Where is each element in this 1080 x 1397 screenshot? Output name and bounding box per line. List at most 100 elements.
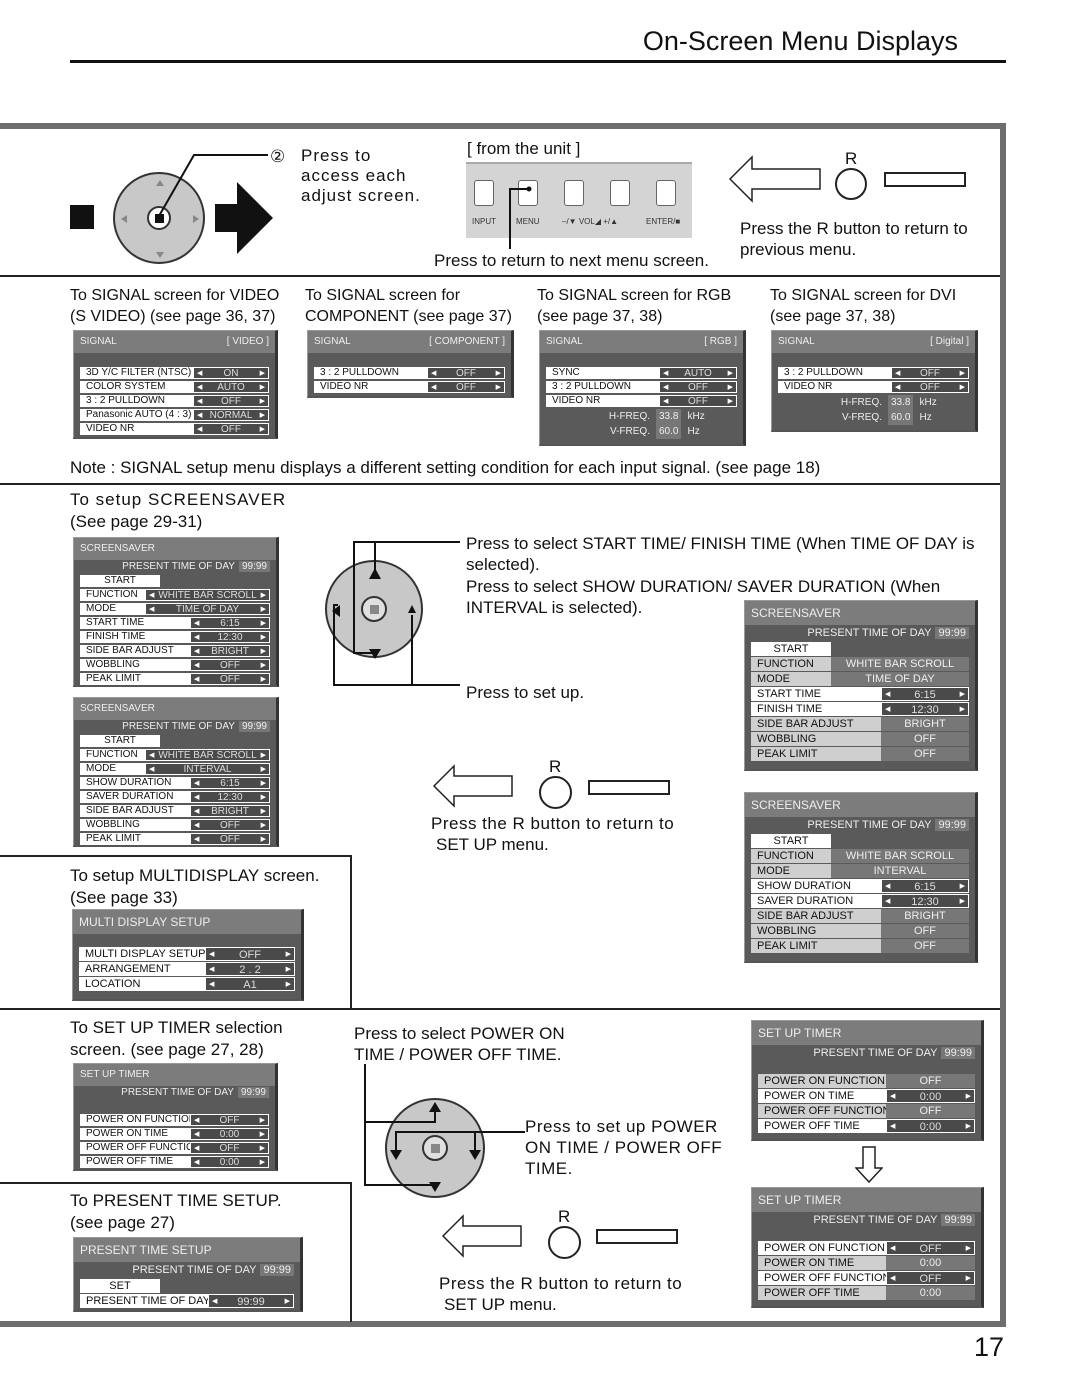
left-arrow-icon[interactable]: ◀ xyxy=(194,618,199,628)
right-arrow-icon[interactable]: ▶ xyxy=(260,1115,265,1125)
menu-row[interactable]: POWER OFF TIME ◀ 0:00 ▶ xyxy=(758,1119,975,1133)
left-arrow-icon[interactable]: ◀ xyxy=(663,396,668,406)
menu-row-value[interactable]: ◀ OFF ▶ xyxy=(659,395,737,407)
right-arrow-icon[interactable]: ▶ xyxy=(966,1242,971,1254)
menu-row[interactable]: VIDEO NR ◀ OFF ▶ xyxy=(778,381,969,393)
menu-row-value[interactable]: ◀ OFF ▶ xyxy=(190,833,270,845)
menu-row-value[interactable]: ◀ 0:00 ▶ xyxy=(886,1089,975,1103)
menu-row-value[interactable]: ◀ 6:15 ▶ xyxy=(881,879,969,893)
menu-row-value[interactable]: ◀ NORMAL ▶ xyxy=(193,409,269,421)
menu-row-value[interactable]: BRIGHT xyxy=(881,909,969,923)
menu-row[interactable]: SHOW DURATION ◀ 6:15 ▶ xyxy=(80,777,270,789)
left-arrow-icon[interactable]: ◀ xyxy=(197,368,202,378)
right-arrow-icon[interactable]: ▶ xyxy=(286,948,291,960)
right-arrow-icon[interactable]: ▶ xyxy=(260,1143,265,1153)
right-arrow-icon[interactable]: ▶ xyxy=(261,646,266,656)
menu-row-value[interactable]: ◀ OFF ▶ xyxy=(886,1271,975,1285)
left-arrow-icon[interactable]: ◀ xyxy=(197,396,202,406)
right-arrow-icon[interactable]: ▶ xyxy=(496,382,501,392)
right-arrow-icon[interactable]: ▶ xyxy=(261,834,266,844)
right-arrow-icon[interactable]: ▶ xyxy=(260,1129,265,1139)
left-arrow-icon[interactable]: ◀ xyxy=(197,424,202,434)
menu-row[interactable]: VIDEO NR ◀ OFF ▶ xyxy=(314,381,505,393)
right-arrow-icon[interactable]: ▶ xyxy=(261,778,266,788)
menu-row[interactable]: POWER OFF FUNCTION ◀ OFF ▶ xyxy=(758,1271,975,1285)
menu-row-value[interactable]: ◀ AUTO ▶ xyxy=(659,367,737,379)
menu-row[interactable]: FUNCTION ◀ WHITE BAR SCROLL ▶ xyxy=(80,589,270,601)
menu-row[interactable]: WOBBLING ◀ OFF ▶ xyxy=(80,659,270,671)
right-arrow-icon[interactable]: ▶ xyxy=(728,396,733,406)
right-arrow-icon[interactable]: ▶ xyxy=(966,1272,971,1284)
right-arrow-icon[interactable]: ▶ xyxy=(261,806,266,816)
menu-row-value[interactable]: ◀ 6:15 ▶ xyxy=(190,777,270,789)
menu-row-value[interactable]: OFF xyxy=(881,939,969,953)
menu-row-value[interactable]: ◀ OFF ▶ xyxy=(193,423,269,435)
menu-row-value[interactable]: ◀ 6:15 ▶ xyxy=(881,687,969,701)
menu-row-value[interactable]: OFF xyxy=(886,1104,975,1118)
r-button[interactable] xyxy=(548,1226,581,1259)
right-arrow-icon[interactable]: ▶ xyxy=(260,382,265,392)
menu-row[interactable]: SAVER DURATION ◀ 12:30 ▶ xyxy=(80,791,270,803)
menu-row-value[interactable]: ◀ OFF ▶ xyxy=(886,1241,975,1255)
menu-row-value[interactable]: ◀ OFF ▶ xyxy=(190,1114,269,1126)
left-arrow-icon[interactable]: ◀ xyxy=(885,880,890,892)
right-arrow-icon[interactable]: ▶ xyxy=(960,688,965,700)
right-arrow-icon[interactable]: ▶ xyxy=(261,750,266,760)
menu-row[interactable]: ARRANGEMENT ◀ 2 . 2 ▶ xyxy=(79,962,295,976)
menu-row[interactable]: 3 : 2 PULLDOWN ◀ OFF ▶ xyxy=(80,395,269,407)
menu-row[interactable]: VIDEO NR ◀ OFF ▶ xyxy=(80,423,269,435)
menu-row-value[interactable]: ◀ 0:00 ▶ xyxy=(886,1119,975,1133)
left-arrow-icon[interactable]: ◀ xyxy=(212,1295,217,1307)
menu-row[interactable]: POWER OFF FUNCTION ◀ OFF ▶ xyxy=(80,1142,269,1154)
menu-row[interactable]: FINISH TIME ◀ 12:30 ▶ xyxy=(751,702,969,716)
menu-row-value[interactable]: ◀ A1 ▶ xyxy=(205,977,295,991)
menu-row[interactable]: POWER ON TIME ◀ 0:00 ▶ xyxy=(758,1089,975,1103)
menu-row-value[interactable]: ◀ AUTO ▶ xyxy=(193,381,269,393)
r-button[interactable] xyxy=(539,776,572,809)
menu-row-value[interactable]: ◀ WHITE BAR SCROLL ▶ xyxy=(145,589,270,601)
menu-row-value[interactable]: OFF xyxy=(881,732,969,746)
left-arrow-icon[interactable]: ◀ xyxy=(209,978,214,990)
left-arrow-icon[interactable]: ◀ xyxy=(663,368,668,378)
menu-row[interactable]: MODE ◀ TIME OF DAY ▶ xyxy=(80,603,270,615)
input-key[interactable] xyxy=(474,180,494,206)
left-arrow-icon[interactable]: ◀ xyxy=(194,660,199,670)
menu-row-value[interactable]: ◀ BRIGHT ▶ xyxy=(190,645,270,657)
left-arrow-icon[interactable]: ◀ xyxy=(885,688,890,700)
left-arrow-icon[interactable]: ◀ xyxy=(895,382,900,392)
left-arrow-icon[interactable]: ◀ xyxy=(885,703,890,715)
menu-row-value[interactable]: ◀ 6:15 ▶ xyxy=(190,617,270,629)
menu-row-value[interactable]: OFF xyxy=(886,1074,975,1088)
menu-row[interactable]: SIDE BAR ADJUST ◀ BRIGHT ▶ xyxy=(80,805,270,817)
vol-up-key[interactable] xyxy=(610,180,630,206)
left-arrow-icon[interactable]: ◀ xyxy=(431,368,436,378)
menu-row-value[interactable]: WHITE BAR SCROLL xyxy=(831,849,969,863)
menu-row-value[interactable]: ◀ 0:00 ▶ xyxy=(190,1156,269,1168)
menu-row-value[interactable]: ◀ OFF ▶ xyxy=(193,395,269,407)
menu-row-value[interactable]: 0:00 xyxy=(886,1256,975,1270)
menu-row-value[interactable]: ◀ WHITE BAR SCROLL ▶ xyxy=(145,749,270,761)
menu-row[interactable]: SYNC ◀ AUTO ▶ xyxy=(546,367,737,379)
menu-row[interactable]: 3 : 2 PULLDOWN ◀ OFF ▶ xyxy=(546,381,737,393)
right-arrow-icon[interactable]: ▶ xyxy=(960,895,965,907)
menu-row[interactable]: FINISH TIME ◀ 12:30 ▶ xyxy=(80,631,270,643)
right-arrow-icon[interactable]: ▶ xyxy=(285,1295,290,1307)
menu-row-value[interactable]: WHITE BAR SCROLL xyxy=(831,657,969,671)
menu-row-value[interactable]: ◀ OFF ▶ xyxy=(190,673,270,685)
right-arrow-icon[interactable]: ▶ xyxy=(261,632,266,642)
r-button[interactable] xyxy=(835,168,867,200)
start-button[interactable]: START xyxy=(80,735,160,747)
menu-row-value[interactable]: ◀ OFF ▶ xyxy=(891,381,969,393)
menu-row[interactable]: POWER ON FUNCTION ◀ OFF ▶ xyxy=(758,1241,975,1255)
left-arrow-icon[interactable]: ◀ xyxy=(194,792,199,802)
menu-row[interactable]: FUNCTION WHITE BAR SCROLL xyxy=(751,657,969,671)
left-arrow-icon[interactable]: ◀ xyxy=(194,632,199,642)
left-arrow-icon[interactable]: ◀ xyxy=(890,1272,895,1284)
start-button[interactable]: START xyxy=(80,575,160,587)
menu-row-value[interactable]: INTERVAL xyxy=(831,864,969,878)
menu-row[interactable]: 3 : 2 PULLDOWN ◀ OFF ▶ xyxy=(314,367,505,379)
menu-row-value[interactable]: 0:00 xyxy=(886,1286,975,1300)
menu-row[interactable]: FUNCTION ◀ WHITE BAR SCROLL ▶ xyxy=(80,749,270,761)
menu-row-value[interactable]: BRIGHT xyxy=(881,717,969,731)
left-arrow-icon[interactable]: ◀ xyxy=(194,820,199,830)
